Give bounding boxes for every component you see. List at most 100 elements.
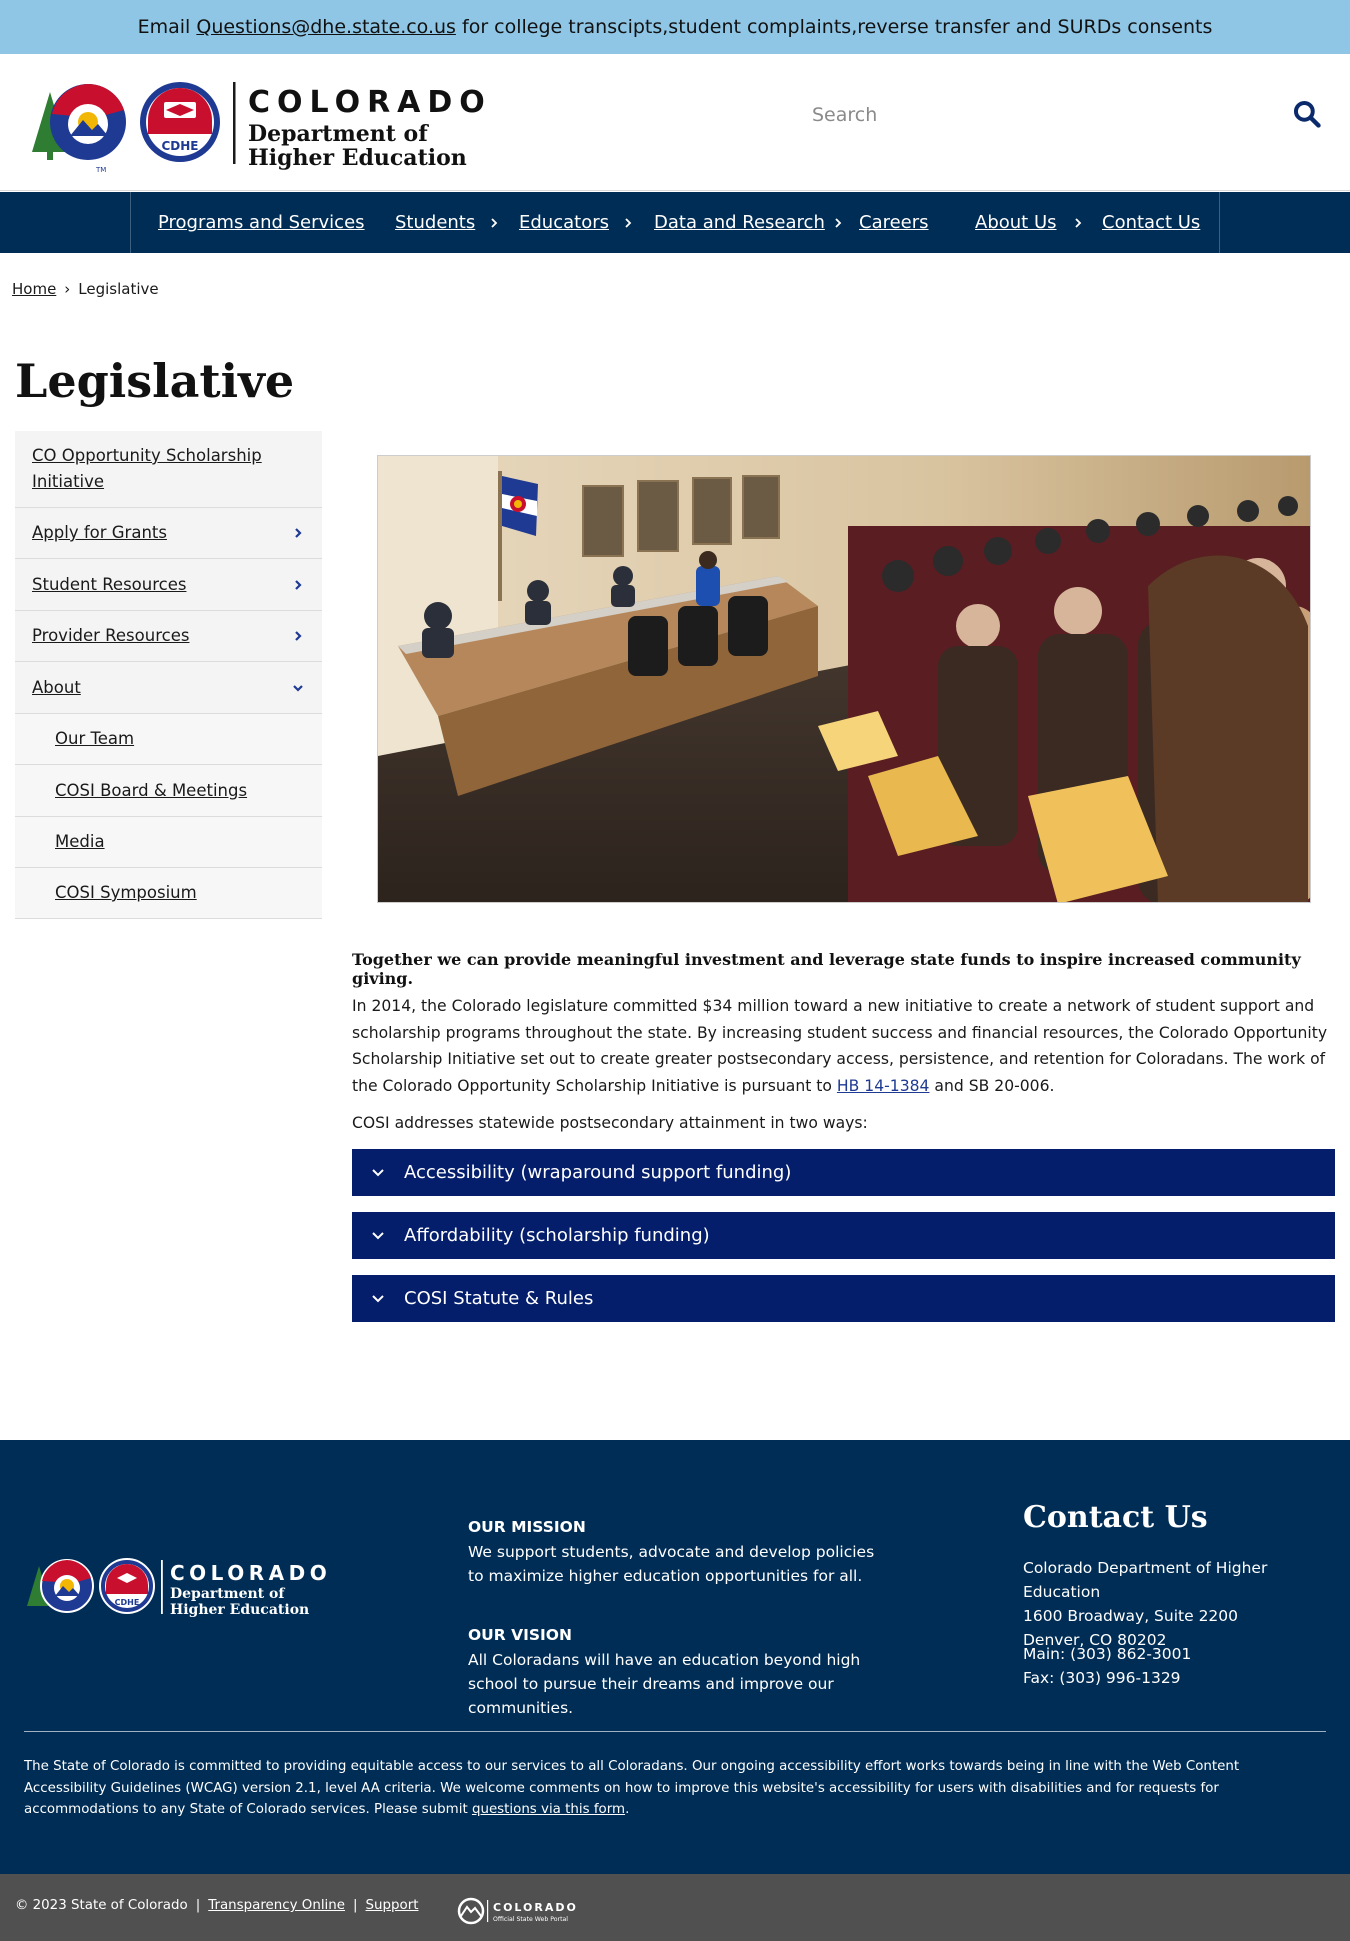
site-footer: CDHE COLORADO Department of Higher Educa…: [0, 1440, 1350, 1874]
logo-dept-line2: Higher Education: [248, 145, 467, 171]
nav-label: Data and Research: [654, 212, 825, 233]
nav-item-about-us[interactable]: About Us: [975, 192, 1083, 253]
address-line: 1600 Broadway, Suite 2200: [1023, 1607, 1239, 1625]
separator: |: [195, 1898, 201, 1913]
hero-image: [377, 455, 1311, 903]
accordion-label: Affordability (scholarship funding): [404, 1225, 710, 1246]
logo-dept-line1: Department of: [248, 121, 429, 147]
sidebar-item-label: Media: [55, 832, 105, 851]
chevron-right-icon[interactable]: [833, 217, 843, 228]
nav-label: Careers: [859, 212, 929, 233]
sidebar-item-about[interactable]: About: [15, 662, 322, 714]
address-line: Colorado Department of Higher Education: [1023, 1559, 1268, 1601]
nav-item-contact-us[interactable]: Contact Us: [1102, 192, 1200, 253]
vision-heading: OUR VISION: [468, 1626, 572, 1644]
contact-address: Colorado Department of Higher Education …: [1023, 1556, 1343, 1652]
colorado-portal-logo[interactable]: COLORADO Official State Web Portal: [455, 1896, 595, 1926]
phone-fax: Fax: (303) 996-1329: [1023, 1669, 1181, 1687]
nav-label: Contact Us: [1102, 212, 1201, 233]
mission-text: We support students, advocate and develo…: [468, 1543, 875, 1585]
footer-logo-dept2: Higher Education: [170, 1602, 309, 1618]
sidebar-item-label: Provider Resources: [32, 626, 190, 645]
lead-paragraph: Together we can provide meaningful inves…: [352, 950, 1301, 988]
site-header: TM CDHE COLORADO Department of Higher Ed…: [0, 54, 1350, 191]
breadcrumb-separator: ›: [64, 280, 71, 298]
nav-label: Students: [395, 212, 476, 233]
phone-main: Main: (303) 862-3001: [1023, 1645, 1192, 1663]
accordion-label: COSI Statute & Rules: [404, 1288, 594, 1309]
sidebar-item-label: About: [32, 677, 81, 697]
sidebar-item-label: COSI Symposium: [55, 883, 197, 902]
chevron-right-icon[interactable]: [1073, 217, 1083, 228]
alert-email-link[interactable]: Questions@dhe.state.co.us: [196, 16, 456, 38]
accordion-accessibility[interactable]: Accessibility (wraparound support fundin…: [352, 1149, 1335, 1196]
footer-cdhe-logo[interactable]: CDHE COLORADO Department of Higher Educa…: [25, 1554, 335, 1622]
main-nav: Programs and Services Students Educators…: [0, 192, 1350, 253]
footer-divider: [24, 1731, 1326, 1732]
transparency-link[interactable]: Transparency Online: [208, 1898, 345, 1913]
a11y-end: .: [625, 1802, 630, 1817]
sidebar-item-cosi-symposium[interactable]: COSI Symposium: [15, 868, 322, 919]
chevron-down-icon[interactable]: [292, 682, 304, 694]
accordion-statute-rules[interactable]: COSI Statute & Rules: [352, 1275, 1335, 1322]
hb-14-1384-link[interactable]: HB 14-1384: [837, 1077, 930, 1095]
sidebar-item-cosi[interactable]: CO Opportunity Scholarship Initiative: [15, 431, 322, 508]
alert-bar: Email Questions@dhe.state.co.us for coll…: [0, 0, 1350, 54]
chevron-right-icon[interactable]: [292, 630, 304, 642]
chevron-right-icon[interactable]: [623, 217, 633, 228]
chevron-right-icon[interactable]: [489, 217, 499, 228]
breadcrumb-current: Legislative: [78, 280, 159, 298]
search-input[interactable]: [790, 94, 1250, 136]
sidebar-item-label: COSI Board & Meetings: [55, 780, 248, 800]
copyright-text: © 2023 State of Colorado: [15, 1898, 188, 1913]
nav-item-students[interactable]: Students: [395, 192, 499, 253]
accordion-label: Accessibility (wraparound support fundin…: [404, 1162, 792, 1183]
a11y-text: The State of Colorado is committed to pr…: [24, 1759, 1240, 1817]
portal-word: COLORADO: [493, 1901, 578, 1914]
breadcrumb-home-link[interactable]: Home: [12, 280, 56, 298]
accordion-affordability[interactable]: Affordability (scholarship funding): [352, 1212, 1335, 1259]
chevron-right-icon[interactable]: [292, 579, 304, 591]
chevron-down-icon: [372, 1294, 384, 1302]
sidebar-item-label: Our Team: [55, 729, 135, 748]
sidebar-item-our-team[interactable]: Our Team: [15, 714, 322, 765]
sidebar-item-student-resources[interactable]: Student Resources: [15, 559, 322, 611]
alert-suffix: for college transcipts,student complaint…: [455, 16, 1213, 38]
cdhe-logo[interactable]: TM CDHE COLORADO Department of Higher Ed…: [28, 74, 488, 174]
body-paragraph: In 2014, the Colorado legislature commit…: [352, 993, 1334, 1099]
sidebar-item-cosi-board[interactable]: COSI Board & Meetings: [15, 765, 322, 817]
chevron-down-icon: [372, 1231, 384, 1239]
body-text-end: and SB 20-006.: [929, 1076, 1055, 1095]
sidebar-item-label: Student Resources: [32, 574, 187, 594]
search-icon: [1293, 100, 1321, 128]
portal-sub: Official State Web Portal: [493, 1916, 568, 1923]
nav-label: About Us: [975, 212, 1057, 233]
a11y-form-link[interactable]: questions via this form: [472, 1802, 625, 1817]
nav-item-educators[interactable]: Educators: [519, 192, 633, 253]
nav-item-careers[interactable]: Careers: [859, 192, 929, 253]
sidebar-item-apply-grants[interactable]: Apply for Grants: [15, 508, 322, 559]
sidebar-item-provider-resources[interactable]: Provider Resources: [15, 611, 322, 662]
chevron-right-icon[interactable]: [292, 527, 304, 539]
chevron-down-icon: [372, 1168, 384, 1176]
bottom-bar: © 2023 State of Colorado | Transparency …: [0, 1874, 1350, 1941]
breadcrumb: Home › Legislative: [12, 280, 159, 298]
contact-heading: Contact Us: [1023, 1500, 1208, 1535]
nav-label: Educators: [519, 212, 609, 233]
contact-phones: Main: (303) 862-3001 Fax: (303) 996-1329: [1023, 1642, 1343, 1690]
mission-heading: OUR MISSION: [468, 1518, 586, 1536]
sidebar-item-media[interactable]: Media: [15, 817, 322, 868]
search-button[interactable]: [1290, 98, 1324, 132]
support-link[interactable]: Support: [366, 1898, 419, 1913]
hearing-room-photo: [378, 456, 1310, 902]
accessibility-statement: The State of Colorado is committed to pr…: [24, 1756, 1324, 1821]
sidebar-nav: CO Opportunity Scholarship Initiative Ap…: [15, 431, 322, 919]
sidebar-item-label: CO Opportunity Scholarship Initiative: [32, 446, 262, 491]
logo-state-word: COLORADO: [248, 85, 488, 120]
search-form: [790, 94, 1321, 136]
alert-prefix: Email: [137, 16, 197, 38]
ways-paragraph: COSI addresses statewide postsecondary a…: [352, 1114, 868, 1132]
nav-item-data-research[interactable]: Data and Research: [654, 192, 843, 253]
svg-text:TM: TM: [95, 166, 106, 174]
nav-item-programs[interactable]: Programs and Services: [158, 192, 365, 253]
